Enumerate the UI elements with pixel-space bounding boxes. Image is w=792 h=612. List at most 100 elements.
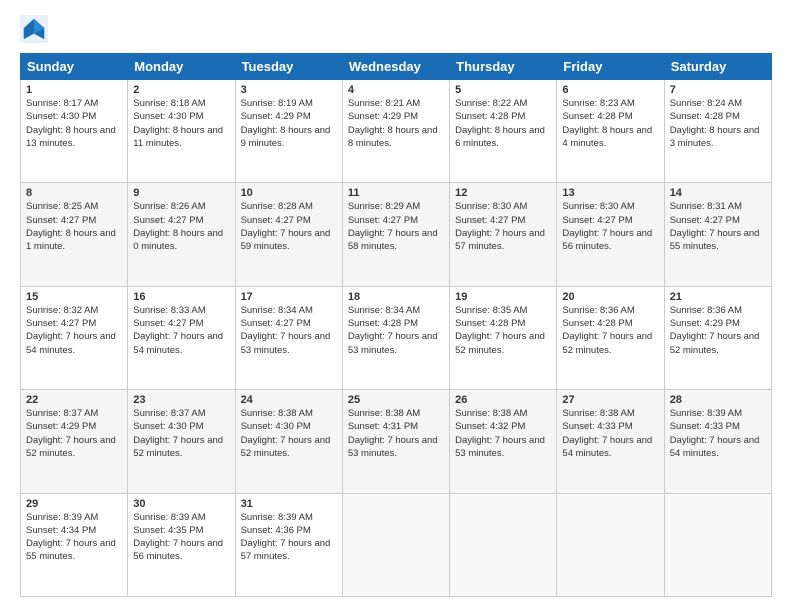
day-number: 22 — [26, 394, 122, 406]
calendar-cell: 7Sunrise: 8:24 AMSunset: 4:28 PMDaylight… — [664, 80, 771, 183]
sunrise-text: Sunrise: 8:29 AM — [348, 200, 444, 213]
daylight-text: Daylight: 7 hours and 54 minutes. — [562, 434, 658, 461]
day-number: 17 — [241, 291, 337, 303]
sunrise-text: Sunrise: 8:19 AM — [241, 97, 337, 110]
day-number: 9 — [133, 187, 229, 199]
sunset-text: Sunset: 4:27 PM — [241, 317, 337, 330]
sunset-text: Sunset: 4:30 PM — [133, 110, 229, 123]
sunset-text: Sunset: 4:27 PM — [670, 214, 766, 227]
day-number: 12 — [455, 187, 551, 199]
calendar-cell: 23Sunrise: 8:37 AMSunset: 4:30 PMDayligh… — [128, 390, 235, 493]
sunrise-text: Sunrise: 8:36 AM — [670, 304, 766, 317]
cell-content: Sunrise: 8:38 AMSunset: 4:31 PMDaylight:… — [348, 407, 444, 460]
day-number: 6 — [562, 84, 658, 96]
cell-content: Sunrise: 8:39 AMSunset: 4:35 PMDaylight:… — [133, 511, 229, 564]
cell-content: Sunrise: 8:24 AMSunset: 4:28 PMDaylight:… — [670, 97, 766, 150]
sunset-text: Sunset: 4:35 PM — [133, 524, 229, 537]
day-number: 7 — [670, 84, 766, 96]
calendar-cell: 20Sunrise: 8:36 AMSunset: 4:28 PMDayligh… — [557, 286, 664, 389]
day-number: 15 — [26, 291, 122, 303]
daylight-text: Daylight: 8 hours and 9 minutes. — [241, 124, 337, 151]
calendar-cell: 16Sunrise: 8:33 AMSunset: 4:27 PMDayligh… — [128, 286, 235, 389]
cell-content: Sunrise: 8:25 AMSunset: 4:27 PMDaylight:… — [26, 200, 122, 253]
day-number: 14 — [670, 187, 766, 199]
day-number: 10 — [241, 187, 337, 199]
sunset-text: Sunset: 4:33 PM — [670, 420, 766, 433]
cell-content: Sunrise: 8:38 AMSunset: 4:32 PMDaylight:… — [455, 407, 551, 460]
sunset-text: Sunset: 4:29 PM — [241, 110, 337, 123]
day-number: 29 — [26, 498, 122, 510]
sunrise-text: Sunrise: 8:35 AM — [455, 304, 551, 317]
calendar-cell: 22Sunrise: 8:37 AMSunset: 4:29 PMDayligh… — [21, 390, 128, 493]
sunrise-text: Sunrise: 8:21 AM — [348, 97, 444, 110]
sunset-text: Sunset: 4:30 PM — [133, 420, 229, 433]
calendar-cell: 25Sunrise: 8:38 AMSunset: 4:31 PMDayligh… — [342, 390, 449, 493]
calendar-cell: 18Sunrise: 8:34 AMSunset: 4:28 PMDayligh… — [342, 286, 449, 389]
sunrise-text: Sunrise: 8:22 AM — [455, 97, 551, 110]
logo — [20, 15, 52, 43]
daylight-text: Daylight: 7 hours and 55 minutes. — [26, 537, 122, 564]
calendar-cell: 24Sunrise: 8:38 AMSunset: 4:30 PMDayligh… — [235, 390, 342, 493]
calendar-cell: 11Sunrise: 8:29 AMSunset: 4:27 PMDayligh… — [342, 183, 449, 286]
sunset-text: Sunset: 4:28 PM — [562, 317, 658, 330]
sunset-text: Sunset: 4:27 PM — [348, 214, 444, 227]
daylight-text: Daylight: 8 hours and 13 minutes. — [26, 124, 122, 151]
daylight-text: Daylight: 7 hours and 52 minutes. — [455, 330, 551, 357]
day-number: 23 — [133, 394, 229, 406]
sunset-text: Sunset: 4:30 PM — [241, 420, 337, 433]
day-number: 26 — [455, 394, 551, 406]
weekday-header: Saturday — [664, 54, 771, 80]
calendar-cell: 29Sunrise: 8:39 AMSunset: 4:34 PMDayligh… — [21, 493, 128, 596]
calendar-cell — [557, 493, 664, 596]
cell-content: Sunrise: 8:21 AMSunset: 4:29 PMDaylight:… — [348, 97, 444, 150]
day-number: 27 — [562, 394, 658, 406]
sunset-text: Sunset: 4:32 PM — [455, 420, 551, 433]
daylight-text: Daylight: 7 hours and 58 minutes. — [348, 227, 444, 254]
calendar-cell: 27Sunrise: 8:38 AMSunset: 4:33 PMDayligh… — [557, 390, 664, 493]
weekday-header: Tuesday — [235, 54, 342, 80]
sunset-text: Sunset: 4:27 PM — [241, 214, 337, 227]
cell-content: Sunrise: 8:37 AMSunset: 4:29 PMDaylight:… — [26, 407, 122, 460]
cell-content: Sunrise: 8:30 AMSunset: 4:27 PMDaylight:… — [562, 200, 658, 253]
calendar-cell: 13Sunrise: 8:30 AMSunset: 4:27 PMDayligh… — [557, 183, 664, 286]
cell-content: Sunrise: 8:32 AMSunset: 4:27 PMDaylight:… — [26, 304, 122, 357]
sunrise-text: Sunrise: 8:26 AM — [133, 200, 229, 213]
daylight-text: Daylight: 8 hours and 8 minutes. — [348, 124, 444, 151]
calendar-cell: 6Sunrise: 8:23 AMSunset: 4:28 PMDaylight… — [557, 80, 664, 183]
day-number: 18 — [348, 291, 444, 303]
cell-content: Sunrise: 8:29 AMSunset: 4:27 PMDaylight:… — [348, 200, 444, 253]
sunset-text: Sunset: 4:30 PM — [26, 110, 122, 123]
day-number: 13 — [562, 187, 658, 199]
sunset-text: Sunset: 4:28 PM — [562, 110, 658, 123]
daylight-text: Daylight: 7 hours and 54 minutes. — [133, 330, 229, 357]
sunrise-text: Sunrise: 8:23 AM — [562, 97, 658, 110]
sunrise-text: Sunrise: 8:37 AM — [26, 407, 122, 420]
day-number: 3 — [241, 84, 337, 96]
day-number: 28 — [670, 394, 766, 406]
sunrise-text: Sunrise: 8:37 AM — [133, 407, 229, 420]
calendar-cell: 2Sunrise: 8:18 AMSunset: 4:30 PMDaylight… — [128, 80, 235, 183]
daylight-text: Daylight: 7 hours and 52 minutes. — [562, 330, 658, 357]
weekday-header: Monday — [128, 54, 235, 80]
calendar-cell: 17Sunrise: 8:34 AMSunset: 4:27 PMDayligh… — [235, 286, 342, 389]
calendar-cell: 31Sunrise: 8:39 AMSunset: 4:36 PMDayligh… — [235, 493, 342, 596]
sunrise-text: Sunrise: 8:33 AM — [133, 304, 229, 317]
cell-content: Sunrise: 8:33 AMSunset: 4:27 PMDaylight:… — [133, 304, 229, 357]
cell-content: Sunrise: 8:36 AMSunset: 4:29 PMDaylight:… — [670, 304, 766, 357]
weekday-header: Friday — [557, 54, 664, 80]
cell-content: Sunrise: 8:38 AMSunset: 4:33 PMDaylight:… — [562, 407, 658, 460]
calendar-cell: 30Sunrise: 8:39 AMSunset: 4:35 PMDayligh… — [128, 493, 235, 596]
daylight-text: Daylight: 7 hours and 57 minutes. — [455, 227, 551, 254]
calendar-cell: 8Sunrise: 8:25 AMSunset: 4:27 PMDaylight… — [21, 183, 128, 286]
sunset-text: Sunset: 4:33 PM — [562, 420, 658, 433]
sunrise-text: Sunrise: 8:38 AM — [348, 407, 444, 420]
day-number: 20 — [562, 291, 658, 303]
page: SundayMondayTuesdayWednesdayThursdayFrid… — [0, 0, 792, 612]
sunrise-text: Sunrise: 8:24 AM — [670, 97, 766, 110]
daylight-text: Daylight: 7 hours and 56 minutes. — [562, 227, 658, 254]
day-number: 16 — [133, 291, 229, 303]
cell-content: Sunrise: 8:35 AMSunset: 4:28 PMDaylight:… — [455, 304, 551, 357]
daylight-text: Daylight: 7 hours and 56 minutes. — [133, 537, 229, 564]
day-number: 2 — [133, 84, 229, 96]
sunset-text: Sunset: 4:27 PM — [26, 317, 122, 330]
